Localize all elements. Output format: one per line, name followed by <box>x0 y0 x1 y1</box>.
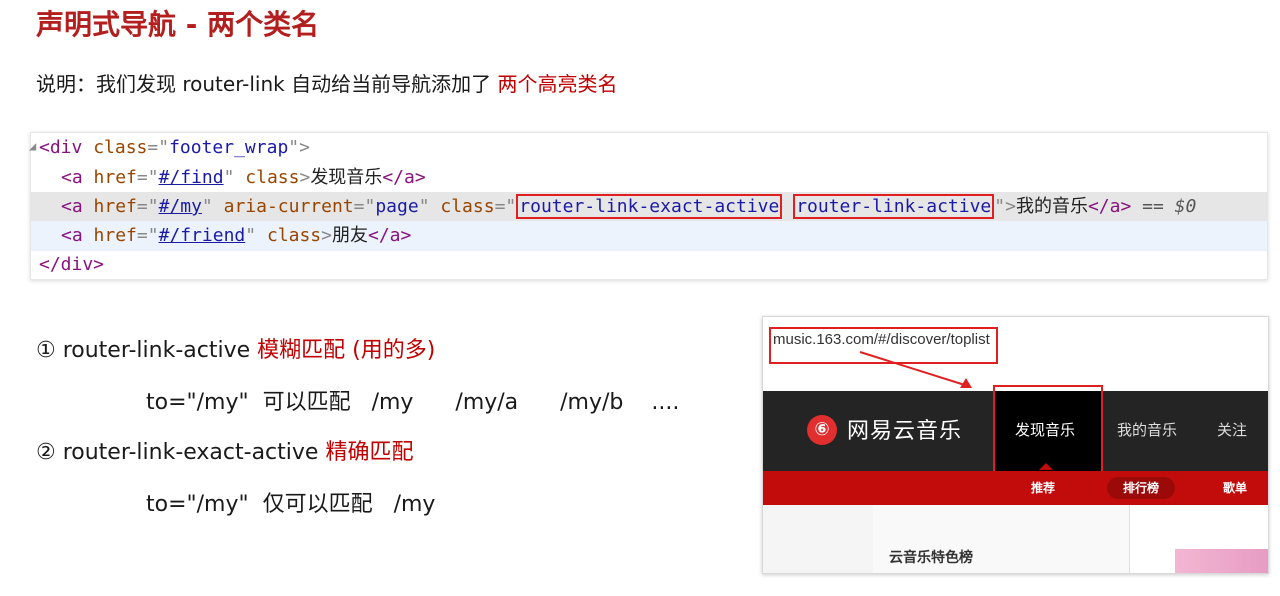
attr-value: footer_wrap <box>169 137 289 158</box>
item-label: ② router-link-exact-active <box>36 440 326 465</box>
logo-text: 网易云音乐 <box>847 419 963 444</box>
sub-nav-toplist[interactable]: 排行榜 <box>1123 479 1159 496</box>
code-line-div-open[interactable]: ◢ <div class="footer_wrap"> <box>29 131 1267 163</box>
attr-name: href <box>82 225 137 246</box>
attr-value: page <box>375 196 419 217</box>
list-item-exact-example: to="/my" 仅可以匹配 /my <box>146 492 436 517</box>
active-nav-highlight-box <box>993 385 1103 477</box>
tag-close: "> <box>288 137 310 158</box>
tag-open: <a <box>61 196 83 217</box>
code-line-a-find[interactable]: <a href="#/find" class>发现音乐</a> <box>31 163 1267 193</box>
link-text: 朋友 <box>331 225 368 246</box>
class-exact-active-highlight: router-link-exact-active <box>516 194 783 219</box>
tag-open: <a <box>61 225 83 246</box>
attr-name: class <box>429 196 495 217</box>
attr-name: class <box>256 225 322 246</box>
link-text: 发现音乐 <box>310 167 383 188</box>
pointer-arrow-icon <box>859 351 972 388</box>
description-highlight: 两个高亮类名 <box>497 72 618 96</box>
attr-name: aria-current <box>212 196 354 217</box>
attr-name: href <box>82 196 137 217</box>
code-line-a-my-selected[interactable]: <a href="#/my" aria-current="page" class… <box>31 192 1267 222</box>
netease-logo-icon: ⑥ <box>807 415 837 445</box>
sub-nav-recommend[interactable]: 推荐 <box>1031 479 1055 496</box>
devtools-elements-panel: ◢ <div class="footer_wrap"> <a href="#/fi… <box>29 131 1268 280</box>
class-active-highlight: router-link-active <box>793 194 995 219</box>
link-text: 我的音乐 <box>1015 196 1088 217</box>
netease-music-screenshot: music.163.com/#/discover/toplist ⑥ 网易云音乐… <box>762 316 1269 574</box>
tag-close: </a> <box>1087 196 1132 217</box>
list-item-exact-active: ② router-link-exact-active 精确匹配 <box>36 438 413 468</box>
tag-open: <a <box>61 167 83 188</box>
address-bar[interactable]: music.163.com/#/discover/toplist <box>763 317 1268 387</box>
attr-name: class <box>234 167 300 188</box>
href-link[interactable]: #/my <box>159 196 202 217</box>
content-left-panel <box>763 505 874 573</box>
page-title: 声明式导航 - 两个类名 <box>36 8 320 41</box>
tag-close: </a> <box>382 167 426 188</box>
chart-thumbnail[interactable] <box>1175 549 1268 573</box>
nav-item-my-music[interactable]: 我的音乐 <box>1117 419 1177 440</box>
sub-nav: 推荐 排行榜 歌单 <box>763 471 1268 505</box>
item-label: ① router-link-active <box>36 338 258 363</box>
sub-nav-playlist[interactable]: 歌单 <box>1223 479 1247 496</box>
tag-open: <div <box>39 137 83 158</box>
attr-name: href <box>82 167 137 188</box>
expand-arrow-icon[interactable]: ◢ <box>29 131 36 161</box>
item-highlight: 精确匹配 <box>325 440 414 465</box>
tag-close: </div> <box>39 254 105 275</box>
attr-eq: =" <box>147 137 170 158</box>
chart-list-title[interactable]: 云音乐特色榜 <box>889 547 973 567</box>
code-line-div-close[interactable]: </div> <box>31 250 1267 280</box>
tag-close: </a> <box>367 225 412 246</box>
href-link[interactable]: #/friend <box>159 225 246 246</box>
description-text: 说明：我们发现 router-link 自动给当前导航添加了 <box>36 72 498 96</box>
selected-node-marker: == $0 <box>1131 196 1197 217</box>
href-link[interactable]: #/find <box>159 167 224 188</box>
code-line-a-friend[interactable]: <a href="#/friend" class>朋友</a> <box>31 221 1267 251</box>
list-item-active-example: to="/my" 可以匹配 /my /my/a /my/b .... <box>146 390 680 415</box>
description: 说明：我们发现 router-link 自动给当前导航添加了 两个高亮类名 <box>36 70 617 98</box>
attr-name: class <box>82 137 148 158</box>
nav-item-follow[interactable]: 关注 <box>1217 419 1247 440</box>
item-highlight: 模糊匹配 (用的多) <box>257 338 436 363</box>
list-item-active: ① router-link-active 模糊匹配 (用的多) <box>36 336 435 366</box>
